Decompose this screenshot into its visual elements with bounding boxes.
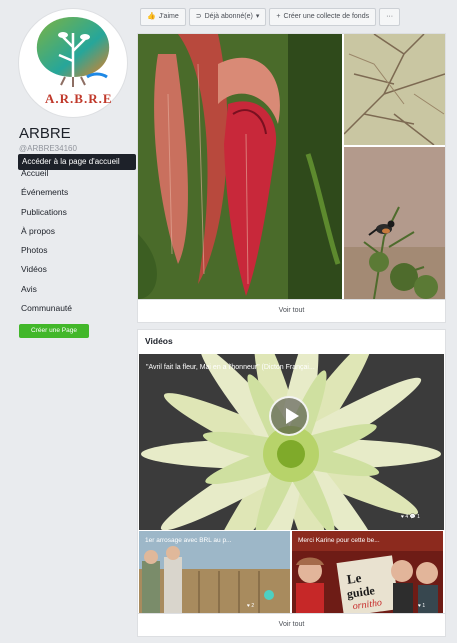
page-handle[interactable]: @ARBRE34160 — [19, 144, 77, 153]
featured-video[interactable]: ♥ 4 💬 1 — [139, 354, 444, 530]
page-name[interactable]: ARBRE — [19, 125, 71, 142]
guide-video-stats: ♥ 1 — [418, 603, 426, 609]
nav-item-videos[interactable]: Vidéos — [21, 260, 72, 279]
branches-photo-image — [344, 34, 445, 145]
nav-item-about[interactable]: À propos — [21, 222, 72, 241]
dahlia-video-thumbnail — [139, 354, 444, 530]
nav-item-photos[interactable]: Photos — [21, 241, 72, 260]
play-icon[interactable] — [269, 396, 309, 436]
like-button[interactable]: 👍 J'aime — [140, 8, 186, 26]
videos-card: Vidéos ♥ 4 💬 1 "Avril fait la fleur, Mai… — [137, 329, 446, 637]
guide-video-caption: Merci Karine pour cette be... — [298, 537, 380, 544]
plus-icon: + — [276, 13, 281, 20]
left-sidebar: A.R.B.R.E ARBRE @ARBRE34160 Accéder à la… — [0, 0, 136, 643]
arbre-logo-icon — [36, 17, 110, 87]
caret-down-icon: ▾ — [255, 13, 260, 20]
videos-see-all-link[interactable]: Voir tout — [138, 613, 445, 636]
featured-video-stats: ♥ 4 💬 1 — [401, 514, 420, 520]
fundraiser-label: Créer une collecte de fonds — [283, 13, 370, 20]
video-thumb-guide[interactable]: Le guide ornitho Merci Karine pour cette… — [292, 531, 443, 613]
video-thumb-watering[interactable]: 1er arrosage avec BRL au p... ♥ 2 — [139, 531, 290, 613]
page-action-bar: 👍 J'aime ⊃ Déjà abonné(e) ▾ + Créer une … — [140, 8, 401, 26]
more-options-button[interactable]: ··· — [379, 8, 401, 26]
bird-photo-image — [344, 147, 445, 299]
page-nav: Accueil Événements Publications À propos… — [21, 164, 72, 318]
photos-card: Voir tout — [137, 33, 446, 323]
watering-video-stats: ♥ 2 — [247, 603, 255, 609]
logo-lettering: A.R.B.R.E — [45, 91, 113, 106]
fundraiser-button[interactable]: + Créer une collecte de fonds — [269, 8, 377, 26]
following-label: Déjà abonné(e) — [204, 13, 253, 20]
create-page-button[interactable]: Créer une Page — [19, 324, 89, 338]
page-profile-picture[interactable]: A.R.B.R.E — [18, 8, 128, 118]
photo-bird[interactable] — [344, 147, 445, 299]
nav-item-posts[interactable]: Publications — [21, 203, 72, 222]
videos-heading: Vidéos — [145, 336, 173, 346]
photo-orchid[interactable] — [138, 34, 342, 299]
photos-see-all-link[interactable]: Voir tout — [138, 299, 445, 322]
photo-branches[interactable] — [344, 34, 445, 145]
nav-item-events[interactable]: Événements — [21, 183, 72, 202]
nav-item-reviews[interactable]: Avis — [21, 280, 72, 299]
rss-icon: ⊃ — [195, 13, 202, 20]
watering-video-caption: 1er arrosage avec BRL au p... — [145, 537, 232, 544]
orchid-photo-image — [138, 34, 342, 299]
following-button[interactable]: ⊃ Déjà abonné(e) ▾ — [188, 8, 267, 26]
thumbs-up-icon: 👍 — [147, 13, 156, 20]
like-label: J'aime — [158, 13, 179, 20]
home-tooltip: Accéder à la page d'accueil — [18, 154, 136, 170]
nav-item-community[interactable]: Communauté — [21, 299, 72, 318]
featured-video-caption: "Avril fait la fleur, Mai en a l'honneur… — [146, 364, 315, 371]
